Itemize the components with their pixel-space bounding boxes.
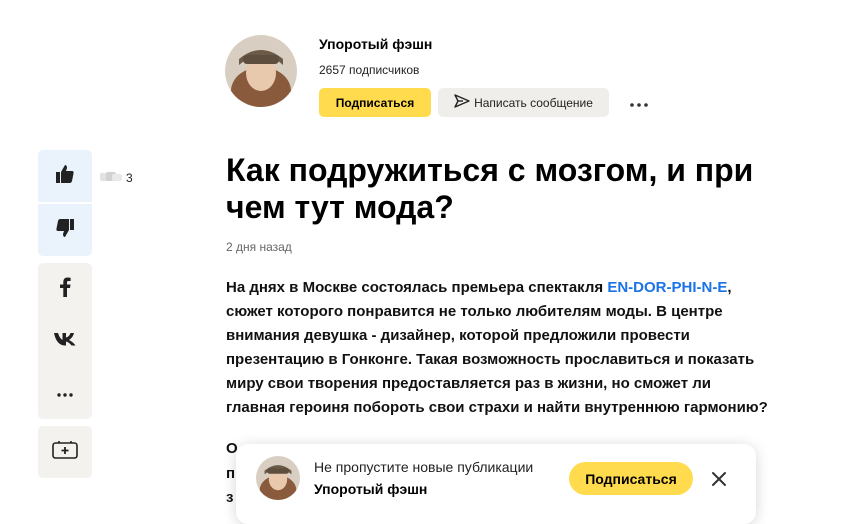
add-bookmark-icon — [52, 440, 78, 465]
dislike-button[interactable] — [38, 204, 92, 256]
share-vk-button[interactable] — [38, 315, 92, 367]
close-icon — [708, 472, 730, 494]
channel-avatar[interactable] — [225, 35, 297, 107]
article-text-fragment: з — [226, 489, 234, 506]
write-message-label: Написать сообщение — [474, 95, 593, 110]
channel-name[interactable]: Упоротый фэшн — [319, 36, 432, 52]
write-message-button[interactable]: Написать сообщение — [438, 88, 609, 117]
save-panel — [38, 426, 92, 478]
article-text-fragment: п — [226, 465, 236, 482]
popup-channel-name: Упоротый фэшн — [314, 481, 428, 497]
more-options-button[interactable] — [624, 90, 654, 115]
share-panel — [38, 263, 92, 419]
popup-message: Не пропустите новые публикации — [314, 459, 534, 475]
lead-text-end: , сюжет которого понравится не только лю… — [226, 279, 768, 416]
subscribe-button[interactable]: Подписаться — [319, 88, 431, 117]
subscribe-popup: Не пропустите новые публикации Упоротый … — [236, 444, 756, 524]
liked-by-avatars — [100, 170, 122, 182]
save-button[interactable] — [38, 426, 92, 478]
subscriber-count: 2657 подписчиков — [319, 63, 420, 77]
more-dots-icon — [630, 94, 648, 112]
send-icon — [454, 94, 470, 111]
more-dots-icon — [57, 384, 73, 402]
like-count: 3 — [126, 171, 133, 185]
facebook-icon — [59, 277, 71, 302]
play-link[interactable]: EN-DOR-PHI-N-E — [607, 279, 727, 296]
publish-date: 2 дня назад — [226, 240, 292, 254]
popup-channel-avatar — [256, 456, 300, 500]
article-title: Как подружиться с мозгом, и при чем тут … — [226, 152, 754, 225]
thumbs-up-icon — [55, 164, 75, 189]
vk-icon — [53, 332, 77, 351]
share-facebook-button[interactable] — [38, 263, 92, 315]
share-more-button[interactable] — [38, 367, 92, 419]
thumbs-down-icon — [55, 218, 75, 243]
like-button[interactable] — [38, 150, 92, 204]
popup-close-button[interactable] — [708, 468, 730, 490]
popup-subscribe-button[interactable]: Подписаться — [569, 462, 693, 495]
lead-text-start: На днях в Москве состоялась премьера спе… — [226, 279, 608, 296]
article-lead-paragraph: На днях в Москве состоялась премьера спе… — [226, 276, 771, 420]
reactions-panel — [38, 150, 92, 256]
